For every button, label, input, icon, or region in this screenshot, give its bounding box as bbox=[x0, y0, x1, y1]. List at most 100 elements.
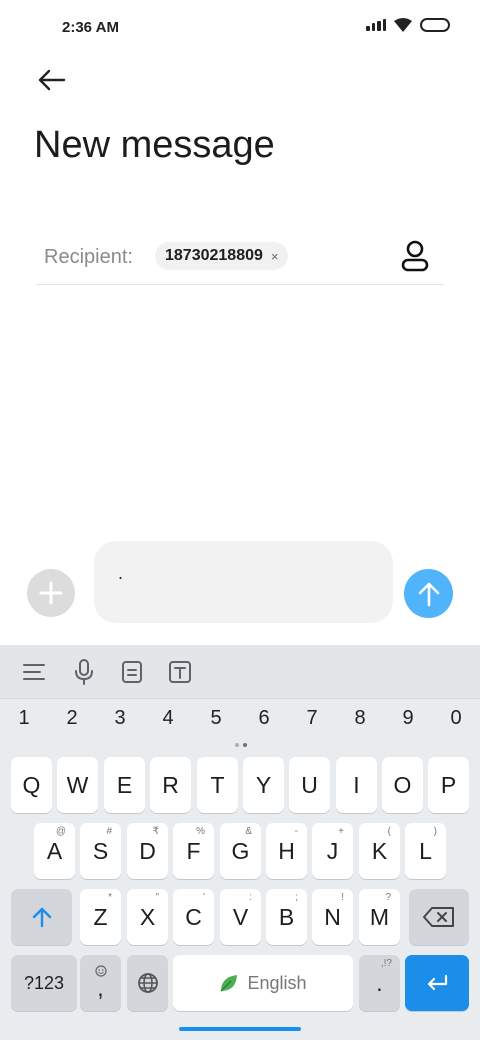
key-e[interactable]: E bbox=[104, 757, 145, 813]
key-k[interactable]: (K bbox=[359, 823, 400, 879]
shift-key[interactable] bbox=[11, 889, 72, 945]
attach-button[interactable] bbox=[27, 569, 75, 617]
key-s[interactable]: # S bbox=[80, 823, 121, 879]
key-o[interactable]: O bbox=[382, 757, 423, 813]
key-6[interactable]: 6 bbox=[244, 707, 284, 730]
period-key[interactable]: ,!? . bbox=[359, 955, 400, 1011]
key-label: X bbox=[139, 903, 156, 930]
back-button[interactable] bbox=[34, 62, 70, 98]
key-d[interactable]: ₹ D bbox=[127, 823, 168, 879]
key-hint: ) bbox=[433, 826, 437, 837]
symbols-key[interactable]: ?123 bbox=[11, 955, 77, 1011]
key-z[interactable]: * Z bbox=[80, 889, 121, 945]
key-c[interactable]: ' C bbox=[173, 889, 214, 945]
contact-picker-button[interactable] bbox=[398, 238, 432, 274]
key-j[interactable]: + J bbox=[312, 823, 353, 879]
key-label: M bbox=[369, 903, 390, 930]
key-label: V bbox=[232, 903, 249, 930]
leaf-icon bbox=[220, 975, 238, 992]
comma-key[interactable]: , bbox=[80, 955, 121, 1011]
key-r[interactable]: R bbox=[150, 757, 191, 813]
key-x[interactable]: " X bbox=[127, 889, 168, 945]
voice-input-button[interactable] bbox=[70, 658, 98, 686]
key-w[interactable]: W bbox=[57, 757, 98, 813]
message-input[interactable]: . bbox=[94, 541, 393, 623]
key-q[interactable]: Q bbox=[11, 757, 52, 813]
key-label: A bbox=[46, 837, 63, 864]
key-label: F bbox=[186, 837, 201, 864]
key-label: K bbox=[371, 837, 388, 864]
backspace-icon bbox=[423, 907, 454, 927]
menu-icon bbox=[23, 664, 45, 680]
message-text: . bbox=[118, 563, 124, 583]
key-8[interactable]: 8 bbox=[340, 707, 380, 730]
text-edit-button[interactable] bbox=[166, 658, 194, 686]
space-key[interactable]: English bbox=[173, 955, 353, 1011]
back-arrow-icon bbox=[38, 69, 66, 91]
key-hint: ,!? bbox=[380, 958, 392, 969]
key-l[interactable]: ) L bbox=[405, 823, 446, 879]
key-9[interactable]: 9 bbox=[388, 707, 428, 730]
key-4[interactable]: 4 bbox=[148, 707, 188, 730]
status-bar: 2:36 AM bbox=[0, 0, 480, 56]
clipboard-button[interactable] bbox=[118, 658, 146, 686]
key-h[interactable]: -H bbox=[266, 823, 307, 879]
key-hint: " bbox=[155, 892, 159, 903]
key-g[interactable]: & G bbox=[220, 823, 261, 879]
key-a[interactable]: @ A bbox=[34, 823, 75, 879]
key-i[interactable]: I bbox=[336, 757, 377, 813]
key-label: G bbox=[231, 837, 250, 864]
key-label: N bbox=[324, 903, 341, 930]
keyboard: 1 2 3 4 5 6 7 8 9 0 Q W E R T Y U I O P … bbox=[0, 645, 480, 1040]
key-label: Z bbox=[93, 903, 108, 930]
key-hint: ? bbox=[385, 892, 391, 903]
globe-icon bbox=[137, 973, 158, 993]
key-y[interactable]: Y bbox=[243, 757, 284, 813]
key-t[interactable]: T bbox=[197, 757, 238, 813]
key-label: C bbox=[185, 903, 202, 930]
page-title: New message bbox=[34, 124, 275, 166]
battery-icon bbox=[420, 18, 450, 32]
key-5[interactable]: 5 bbox=[196, 707, 236, 730]
key-2[interactable]: 2 bbox=[52, 707, 92, 730]
key-b[interactable]: ; B bbox=[266, 889, 307, 945]
key-p[interactable]: P bbox=[428, 757, 469, 813]
key-hint: * bbox=[108, 892, 112, 903]
key-7[interactable]: 7 bbox=[292, 707, 332, 730]
enter-icon bbox=[427, 974, 448, 991]
menu-button[interactable] bbox=[20, 658, 48, 686]
key-hint: & bbox=[245, 826, 252, 837]
language-key[interactable] bbox=[127, 955, 168, 1011]
key-hint: ; bbox=[295, 892, 298, 903]
contact-icon bbox=[401, 240, 429, 272]
key-hint: # bbox=[106, 826, 112, 837]
key-hint: ' bbox=[203, 892, 205, 903]
microphone-icon bbox=[75, 659, 93, 685]
key-f[interactable]: % F bbox=[173, 823, 214, 879]
key-label: J bbox=[326, 837, 339, 864]
enter-key[interactable] bbox=[405, 955, 469, 1011]
key-3[interactable]: 3 bbox=[100, 707, 140, 730]
key-hint: ! bbox=[341, 892, 344, 903]
key-n[interactable]: ! N bbox=[312, 889, 353, 945]
backspace-key[interactable] bbox=[409, 889, 469, 945]
key-0[interactable]: 0 bbox=[436, 707, 476, 730]
home-indicator[interactable] bbox=[179, 1027, 301, 1031]
key-m[interactable]: ? M bbox=[359, 889, 400, 945]
key-hint: : bbox=[249, 892, 252, 903]
keyboard-page-indicator bbox=[235, 743, 247, 747]
send-button[interactable] bbox=[404, 569, 453, 618]
period-label: . bbox=[376, 969, 383, 996]
shift-icon bbox=[32, 907, 51, 928]
key-hint: % bbox=[196, 826, 205, 837]
recipient-chip[interactable]: 18730218809 × bbox=[155, 242, 289, 270]
number-row: 1 2 3 4 5 6 7 8 9 0 bbox=[0, 707, 480, 739]
key-1[interactable]: 1 bbox=[4, 707, 44, 730]
key-u[interactable]: U bbox=[289, 757, 330, 813]
key-label: B bbox=[278, 903, 295, 930]
space-label: English bbox=[247, 972, 307, 993]
remove-recipient-button[interactable]: × bbox=[271, 249, 279, 264]
text-icon bbox=[169, 661, 191, 683]
key-v[interactable]: :V bbox=[220, 889, 261, 945]
send-arrow-icon bbox=[418, 582, 439, 606]
